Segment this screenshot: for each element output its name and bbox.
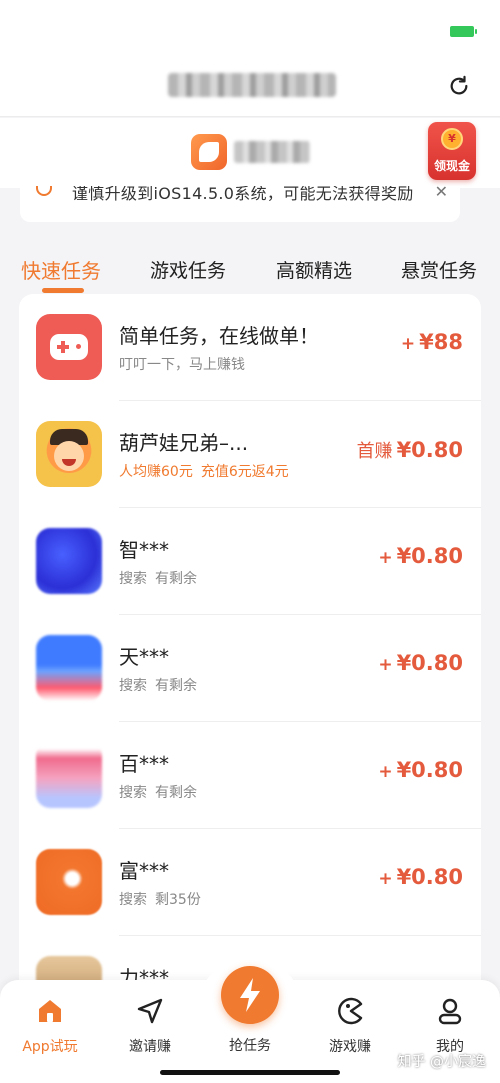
task-row[interactable]: 天*** 搜索 有剩余 + ¥0.80 <box>19 615 481 722</box>
app-name-redacted <box>234 141 310 163</box>
task-subtitle: 搜索 剩35份 <box>119 892 201 908</box>
home-indicator <box>160 1070 340 1075</box>
task-row[interactable]: 葫芦娃兄弟–... 人均赚60元 充值6元返4元 首赚 ¥0.80 <box>19 401 481 508</box>
task-subtitle: 搜索 有剩余 <box>119 678 197 694</box>
task-list: 简单任务，在线做单！ 叮叮一下，马上赚钱 + ¥88 葫芦娃兄弟–... 人均赚6… <box>19 294 481 1014</box>
blurred-app-icon <box>36 635 102 701</box>
pacman-icon <box>338 997 363 1025</box>
nav-label: 游戏赚 <box>329 1039 371 1055</box>
tab-active-indicator <box>42 288 84 293</box>
grab-task-button[interactable] <box>221 966 279 1024</box>
blurred-app-icon <box>36 742 102 808</box>
nav-app-trial[interactable]: App试玩 <box>10 996 90 1056</box>
page-title-redacted <box>168 73 336 97</box>
refresh-icon[interactable] <box>448 75 470 97</box>
task-row[interactable]: 简单任务，在线做单！ 叮叮一下，马上赚钱 + ¥88 <box>19 294 481 401</box>
nav-label: 邀请赚 <box>129 1039 171 1055</box>
task-reward: + ¥0.80 <box>378 758 463 782</box>
task-subtitle: 人均赚60元 充值6元返4元 <box>119 464 289 480</box>
gamepad-icon <box>36 314 102 380</box>
tab-bounty-tasks[interactable]: 悬赏任务 <box>401 256 477 283</box>
nav-game-earn[interactable]: 游戏赚 <box>310 996 390 1056</box>
task-row[interactable]: 富*** 搜索 剩35份 + ¥0.80 <box>19 829 481 936</box>
coin-icon: ¥ <box>441 128 463 150</box>
task-title: 百*** <box>119 752 169 776</box>
task-subtitle: 搜索 有剩余 <box>119 571 197 587</box>
claim-cash-label: 领现金 <box>433 159 470 173</box>
tab-quick-tasks[interactable]: 快速任务 <box>21 255 101 284</box>
watermark: 知乎 @小宸逸 <box>397 1054 486 1070</box>
notice-banner: 谨慎升级到iOS14.5.0系统，可能无法获得奖励 ✕ <box>20 186 460 222</box>
task-title: 智*** <box>119 538 169 562</box>
nav-invite-earn[interactable]: 邀请赚 <box>110 996 190 1056</box>
home-icon <box>39 1000 61 1022</box>
app-header: ¥ 领现金 <box>0 118 500 188</box>
task-reward: + ¥0.80 <box>378 544 463 568</box>
nav-label: App试玩 <box>22 1039 78 1055</box>
send-arrow-icon <box>137 998 163 1024</box>
tab-game-tasks[interactable]: 游戏任务 <box>150 256 226 283</box>
nav-profile[interactable]: 我的 <box>410 996 490 1056</box>
task-subtitle: 搜索 有剩余 <box>119 785 197 801</box>
status-bar <box>0 0 500 55</box>
task-subtitle: 叮叮一下，马上赚钱 <box>119 357 245 373</box>
grab-task-label: 抢任务 <box>229 1038 271 1054</box>
task-reward: + ¥88 <box>400 330 463 354</box>
notice-text: 谨慎升级到iOS14.5.0系统，可能无法获得奖励 <box>72 186 414 203</box>
lightning-icon <box>240 978 260 1012</box>
task-title: 简单任务，在线做单！ <box>119 324 319 348</box>
gourd-brothers-app-icon <box>36 421 102 487</box>
blurred-app-icon <box>36 849 102 915</box>
blurred-app-icon <box>36 528 102 594</box>
task-title: 天*** <box>119 645 169 669</box>
tab-featured[interactable]: 高额精选 <box>276 256 352 283</box>
task-reward: + ¥0.80 <box>378 865 463 889</box>
task-reward: + ¥0.80 <box>378 651 463 675</box>
task-title: 富*** <box>119 859 169 883</box>
nav-bar <box>0 55 500 117</box>
task-row[interactable]: 智*** 搜索 有剩余 + ¥0.80 <box>19 508 481 615</box>
task-row[interactable]: 百*** 搜索 有剩余 + ¥0.80 <box>19 722 481 829</box>
bell-icon <box>36 186 52 196</box>
task-reward: 首赚 ¥0.80 <box>356 438 463 462</box>
task-title: 葫芦娃兄弟–... <box>119 431 249 455</box>
task-tabs: 快速任务 游戏任务 高额精选 悬赏任务 <box>0 250 500 295</box>
battery-icon <box>450 26 477 37</box>
claim-cash-button[interactable]: ¥ 领现金 <box>428 122 476 180</box>
person-icon <box>438 998 462 1025</box>
app-logo-icon <box>191 134 227 170</box>
close-icon[interactable]: ✕ <box>435 186 448 201</box>
